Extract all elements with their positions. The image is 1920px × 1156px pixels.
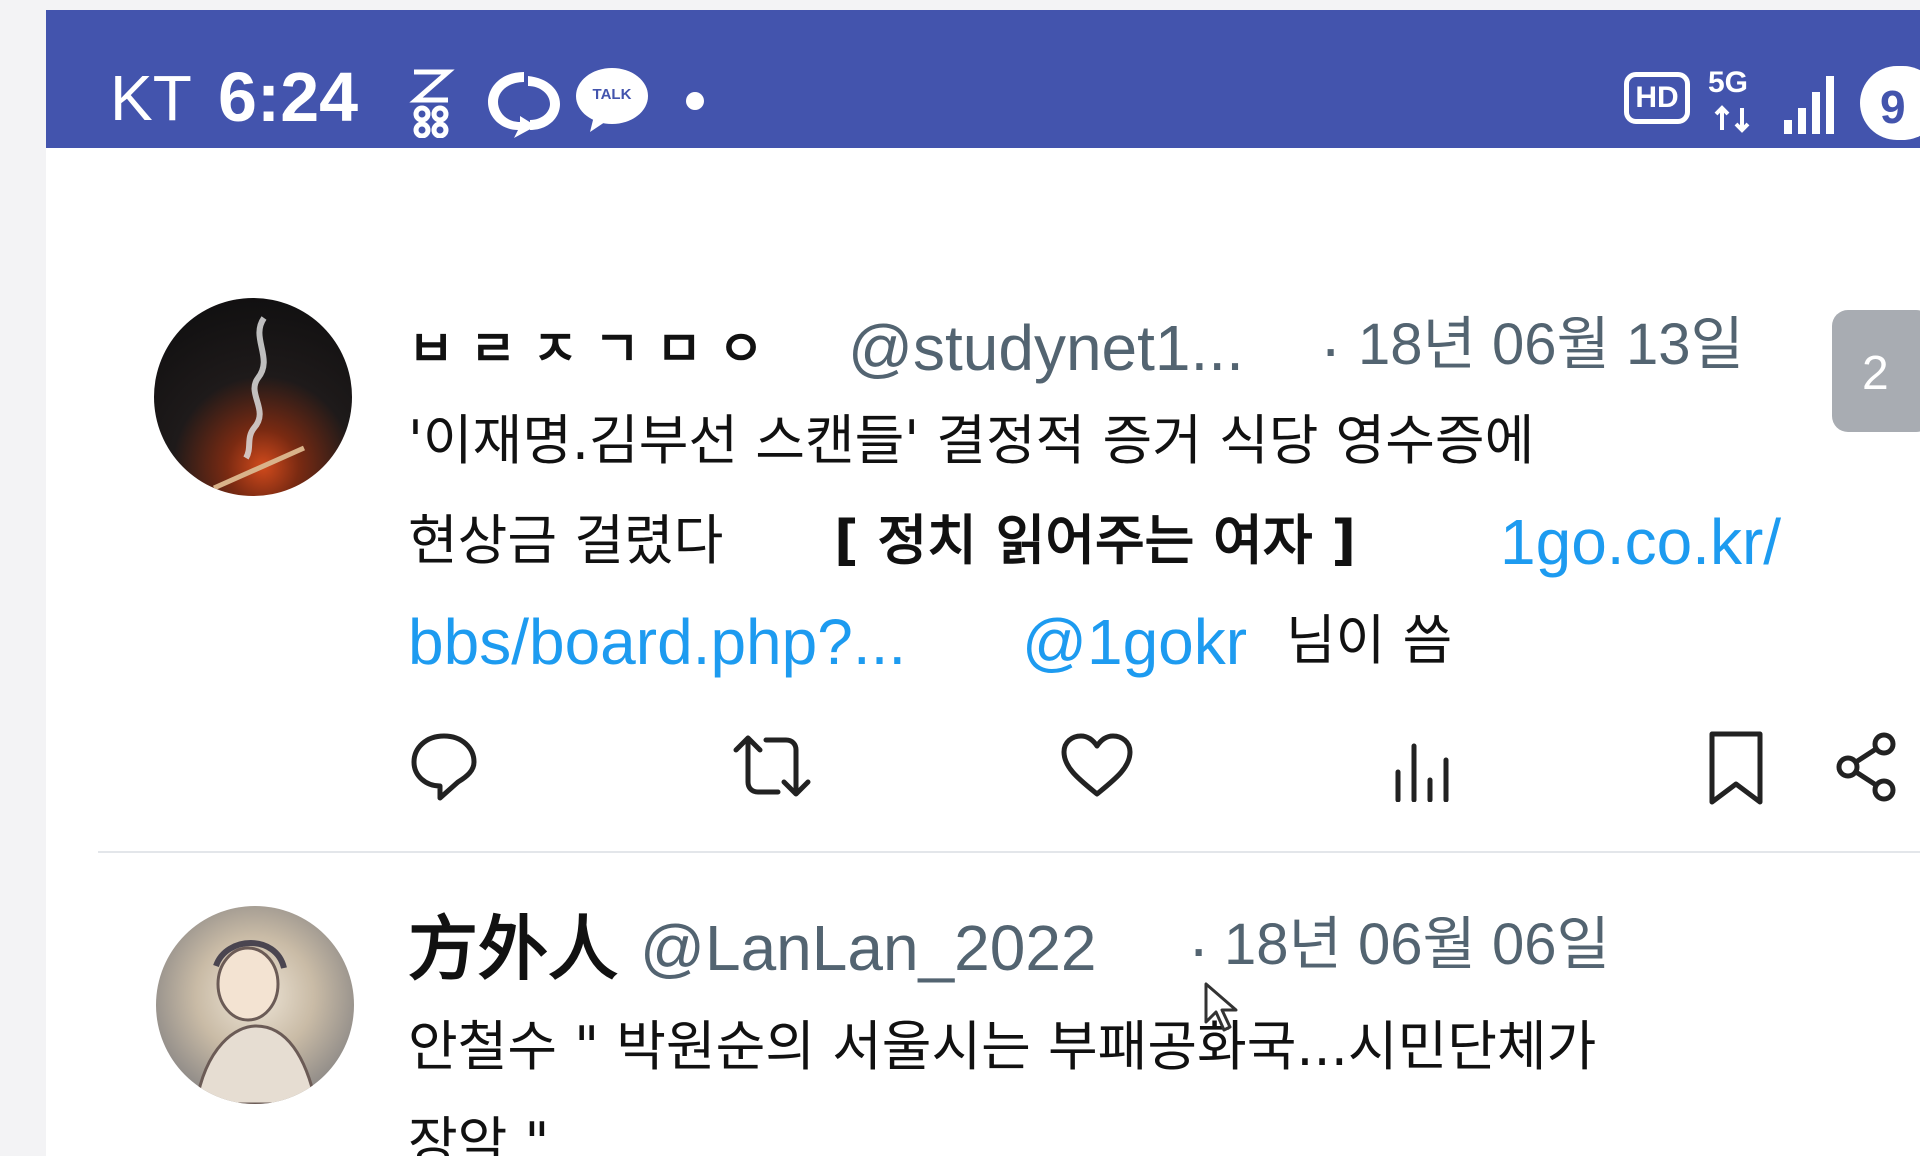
overlay-page-badge[interactable]: 2	[1832, 310, 1920, 432]
phone-screen: KT 6:24 TALK HD 5G 9 ㅂㄹㅈㄱㅁㅇ @studynet1..…	[46, 10, 1920, 1156]
carrier-label: KT	[110, 62, 192, 134]
tweet-text-line2: 장악 "	[408, 1111, 550, 1156]
bookmark-icon[interactable]	[1706, 730, 1766, 806]
signal-icon	[1784, 76, 1834, 134]
avatar[interactable]	[154, 298, 352, 496]
kakaotalk-label: TALK	[592, 86, 632, 103]
tweet-date[interactable]: 18년 06월 06일	[1224, 916, 1610, 974]
views-icon[interactable]	[1392, 732, 1458, 802]
tweet-text-line1: 안철수 " 박원순의 서울시는 부패공화국...시민단체가	[408, 1015, 1597, 1078]
battery-level: 9	[1880, 81, 1906, 133]
tweet-link-part2[interactable]: bbs/board.php?...	[408, 610, 906, 674]
tweet-date[interactable]: 18년 06월 13일	[1358, 316, 1744, 374]
notification-dot-icon	[686, 92, 704, 110]
more-options-icon[interactable]: ⋮	[1896, 910, 1920, 970]
share-icon[interactable]	[1834, 732, 1900, 802]
separator-dot: ·	[1188, 912, 1210, 984]
hd-voice-icon: HD	[1624, 72, 1690, 124]
user-handle[interactable]: @studynet1...	[848, 316, 1244, 380]
kakaotalk-icon: TALK	[574, 66, 650, 134]
like-icon[interactable]	[1060, 732, 1134, 798]
user-handle[interactable]: @LanLan_2022	[640, 916, 1097, 980]
status-time: 6:24	[218, 58, 359, 136]
tweet-mention[interactable]: @1gokr	[1022, 610, 1247, 674]
hd-label: HD	[1635, 81, 1679, 114]
display-name[interactable]: 方外人	[408, 914, 618, 984]
status-bar: KT 6:24 TALK HD 5G 9	[46, 10, 1920, 148]
sync-icon	[488, 72, 560, 138]
tweet-link-part1[interactable]: 1go.co.kr/	[1500, 510, 1781, 574]
tweet-text-tail: 님이 씀	[1286, 609, 1453, 672]
5g-icon: 5G	[1708, 64, 1764, 136]
tweet-text-line1: '이재명.김부선 스캔들' 결정적 증거 식당 영수증에	[408, 409, 1535, 472]
reply-icon[interactable]	[408, 730, 480, 802]
tweet-text-line2: 현상금 걸렸다	[408, 509, 724, 572]
display-name[interactable]: ㅂㄹㅈㄱㅁㅇ	[408, 324, 780, 374]
battery-icon: 9	[1860, 66, 1920, 140]
mouse-cursor-icon	[1204, 982, 1238, 1032]
tweet-divider	[98, 851, 1920, 853]
avatar[interactable]	[156, 906, 354, 1104]
overlay-page-number: 2	[1862, 347, 1889, 400]
separator-dot: ·	[1320, 312, 1342, 384]
app-icon	[409, 69, 455, 138]
tweet-text-source: [ 정치 읽어주는 여자 ]	[834, 509, 1356, 572]
5g-label: 5G	[1708, 66, 1749, 99]
retweet-icon[interactable]	[732, 732, 812, 800]
